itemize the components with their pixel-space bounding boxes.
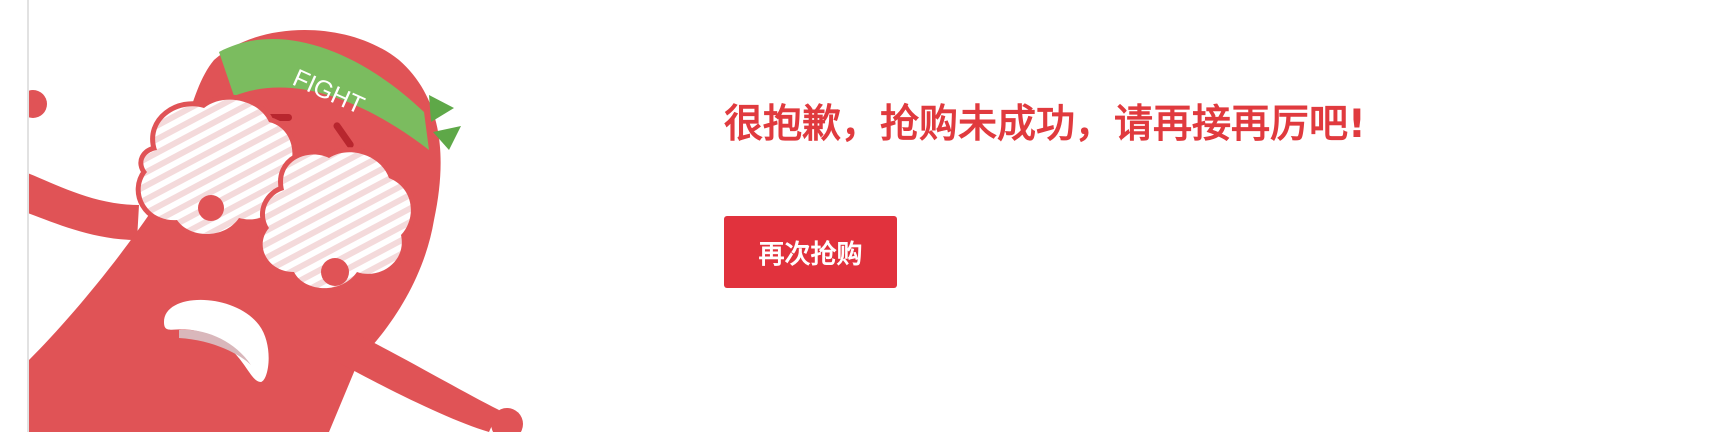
left-arm	[29, 173, 139, 240]
crying-mascot-illustration: FIGHT	[29, 30, 523, 432]
headband-knot-top	[429, 95, 454, 122]
right-pupil	[321, 258, 349, 286]
left-hand	[29, 90, 47, 118]
purchase-failed-page: FIGHT 很抱歉，抢购未成功，请再接再厉吧! 再次抢购	[0, 0, 1714, 432]
left-pupil	[198, 195, 224, 221]
purchase-failed-message: 很抱歉，抢购未成功，请再接再厉吧!	[724, 102, 1366, 147]
right-eye	[257, 147, 416, 294]
right-arm	[334, 330, 499, 432]
retry-purchase-button[interactable]: 再次抢购	[724, 216, 897, 288]
